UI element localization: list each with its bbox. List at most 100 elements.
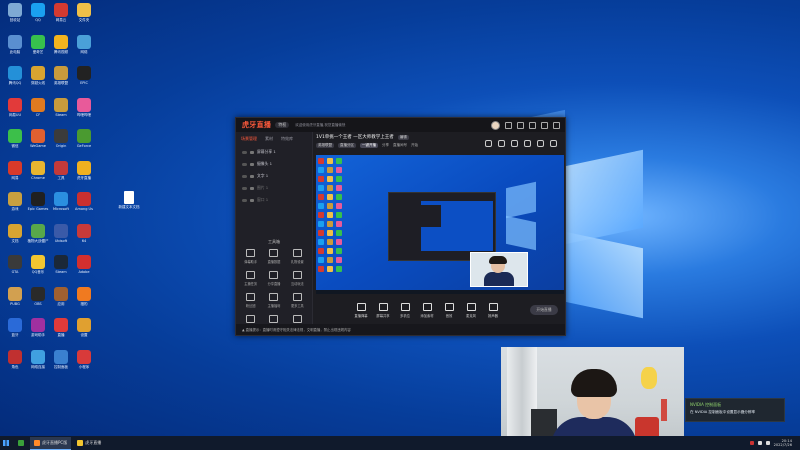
section-chip[interactable]: 直播分区 [338,143,356,148]
tool-button[interactable]: 礼物设置 [286,249,309,264]
desktop-icon[interactable]: PUBG [4,286,26,306]
scene-item[interactable]: 摄像头 1 [236,158,312,170]
desktop-icon[interactable]: 游戏助手 [27,318,49,337]
desktop-icon[interactable]: OBS [27,286,49,306]
desktop-icon[interactable]: 文件夹 [73,3,95,22]
desktop-icon[interactable]: 直播 [50,318,72,337]
tab-scenes[interactable]: 场景管理 [241,136,257,142]
desktop-icon[interactable]: Steam [50,97,72,117]
stream-preview[interactable] [316,155,564,294]
quick-start-chip[interactable]: 一键开播 [360,143,378,148]
desktop-icon[interactable]: Epic Games [27,192,49,211]
desktop-icon[interactable]: 此电脑 [4,34,26,54]
network-icon[interactable] [757,441,762,445]
desktop-icon[interactable]: 腾讯视频 [50,34,72,54]
tool-button[interactable]: 主播福利 [262,293,285,308]
add-material-button[interactable]: 添加素材 [416,302,438,318]
desktop-icon[interactable]: 小程序 [73,349,95,369]
desktop-icon[interactable]: WeGame [27,129,49,148]
desktop-icon[interactable]: QQ [27,3,49,22]
desktop-icon[interactable]: 控制面板 [50,349,72,369]
desktop-icon[interactable]: 网络连接 [27,349,49,369]
desktop-icon[interactable]: EPIC [73,66,95,85]
category-chip[interactable]: 英雄联盟 [316,143,334,148]
settings-icon[interactable] [485,140,492,147]
close-icon[interactable] [553,121,560,129]
desktop-icon[interactable]: 工具 [50,160,72,180]
tab-materials[interactable]: 素材 [265,136,273,142]
desktop-icon[interactable]: CF [27,97,49,117]
desktop-icon[interactable]: 角色 [4,349,26,369]
start-live-button[interactable]: 开始直播 [530,305,558,315]
taskbar-item[interactable]: 虎牙直播PC版 [30,436,72,450]
desktop-icon[interactable]: 微信 [4,129,26,148]
desktop-icon[interactable]: 网络 [73,34,95,54]
scene-item[interactable]: 屏幕分享 1 [236,146,312,158]
desktop-icon[interactable]: 英雄联盟 [50,66,72,85]
desktop-icon[interactable]: 设置 [73,318,95,337]
tool-button[interactable]: 主播任务 [239,271,262,286]
desktop-icon[interactable]: GeForce [73,129,95,148]
home-icon[interactable] [498,140,505,147]
scene-item[interactable]: 图片 1 [236,182,312,194]
user-avatar[interactable] [491,120,500,130]
desktop-file[interactable]: 新建文本文档 [119,191,140,213]
desktop-icon[interactable]: Chrome [27,160,49,180]
skin-icon[interactable] [505,121,512,129]
desktop-icon[interactable]: 哔哩哔哩 [73,97,95,117]
desktop-icon[interactable]: QQ音乐 [27,255,49,274]
desktop-icon[interactable]: Microsoft Edge [50,192,72,211]
tool-button[interactable]: 互动玩法 [286,271,309,286]
maximize-icon[interactable] [541,121,548,129]
start-button[interactable] [0,436,12,450]
desktop-icon[interactable]: 文档 [4,223,26,243]
tray-icon[interactable] [749,441,754,445]
desktop-icon[interactable]: 爱奇艺 [27,34,49,54]
menu-icon[interactable] [517,121,524,129]
version-chip[interactable]: 特权 [275,122,290,128]
desktop-icon[interactable]: 蓝牙 [4,318,26,337]
tool-button[interactable]: 弹幕助手 [239,249,262,264]
tool-button[interactable]: 更多工具 [286,293,309,308]
desktop-icon[interactable]: Steam [50,255,72,274]
desktop-icon[interactable]: GTA [4,255,26,274]
taskbar-item[interactable]: 虎牙直播 [73,437,105,449]
speaker-button[interactable]: 扬声器 [482,302,504,318]
tool-button[interactable]: 直播数据 [262,249,285,264]
clock[interactable]: 20:14 2022/7/26 [774,439,792,448]
desktop-icon[interactable]: 穿越火线 [27,66,49,85]
desktop-icon[interactable]: 猎豹 [73,286,95,306]
desktop-icon[interactable]: 游戏 [4,192,26,211]
system-notification[interactable]: NVIDIA 控制面板 在 NVIDIA 控制面板中设置显示器分辨率 [685,398,785,422]
desktop-icon[interactable]: Origin [50,129,72,148]
volume-icon[interactable] [765,441,770,445]
desktop-icon[interactable]: 网易云 [50,3,72,22]
start-link[interactable]: 开始 [411,143,418,148]
desktop-icon[interactable]: 腾讯QQ [4,66,26,85]
edit-title-chip[interactable]: 编辑 [397,134,409,140]
taskbar-item[interactable] [14,437,28,449]
desktop-icon[interactable]: 网易 [4,160,26,180]
chat-icon[interactable] [537,140,544,147]
tab-effects[interactable]: 特效库 [281,136,293,142]
scene-item[interactable]: 文字 1 [236,170,312,182]
sound-effect-button[interactable]: 音效 [438,302,460,318]
multi-camera-button[interactable]: 多机位 [394,302,416,318]
desktop-icon[interactable]: 回收站 [4,3,26,22]
desktop-icon[interactable]: 植物大战僵尸 [27,223,49,243]
desktop-icon[interactable]: 64 [73,223,95,243]
desktop-icon[interactable]: Ubisoft [50,223,72,243]
desktop-icon[interactable]: Among Us [73,192,95,211]
desktop-icon[interactable]: 虎牙直播 [73,160,95,180]
desktop-icon[interactable]: Adobe [73,255,95,274]
desktop-icon[interactable]: 网易UU [4,97,26,117]
stream-title[interactable]: 1V1单挑一个王者 一区大师教学上王者 [316,134,394,140]
minimize-icon[interactable] [529,121,536,129]
scene-item[interactable]: 窗口 1 [236,194,312,206]
share-icon[interactable] [550,140,557,147]
danmaku-button[interactable]: 直播弹幕 [350,302,372,318]
share-link[interactable]: 分享 [382,143,389,148]
microphone-button[interactable]: 麦克风 [460,302,482,318]
desktop-icon[interactable]: 应用 [50,286,72,306]
tool-button[interactable]: 分享直播 [262,271,285,286]
